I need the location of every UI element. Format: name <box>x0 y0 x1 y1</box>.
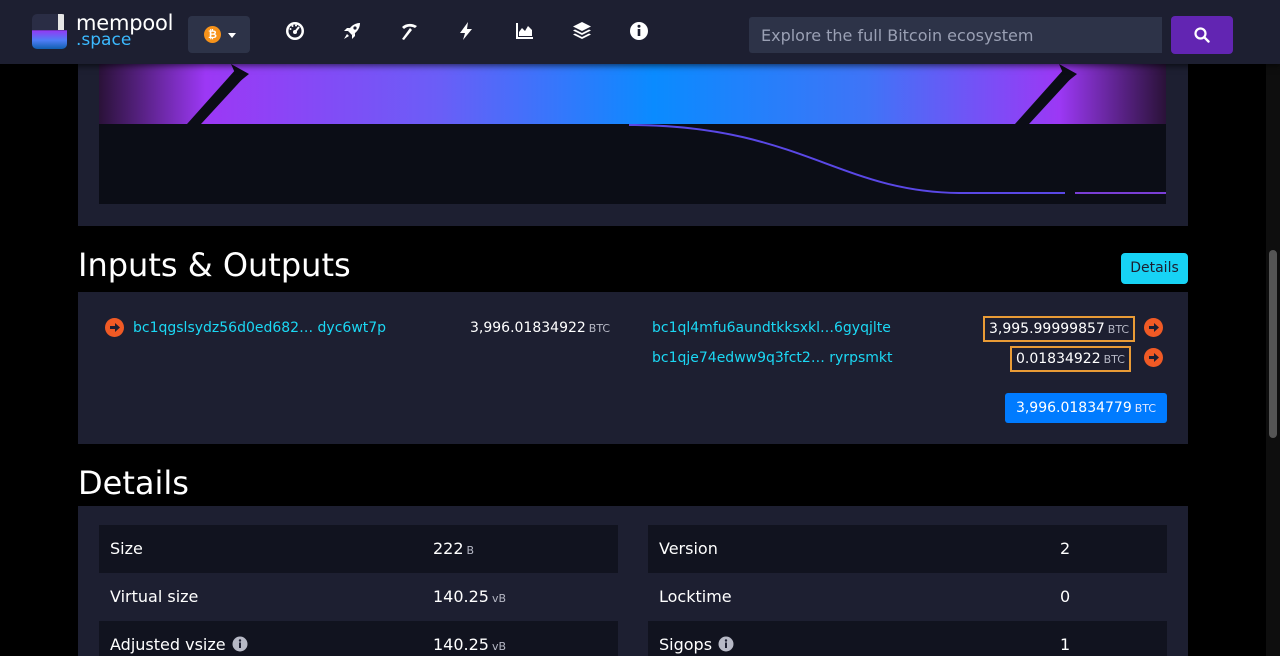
detail-row-adjusted-vsize: Adjusted vsize 140.25 vB <box>99 621 618 656</box>
detail-value: 140.25 vB <box>433 587 507 606</box>
detail-value: 222 B <box>433 539 475 558</box>
bitcoin-icon: ₿ <box>204 26 221 43</box>
network-selector-button[interactable]: ₿ <box>188 16 250 53</box>
mining-pick-icon[interactable] <box>398 20 420 42</box>
detail-row-size: Size 222 B <box>99 525 618 573</box>
info-icon[interactable] <box>232 636 248 652</box>
detail-row-locktime: Locktime 0 <box>648 573 1167 621</box>
output-amount-highlighted: 3,995.99999857 BTC <box>983 316 1136 342</box>
input-arrow-icon[interactable] <box>105 318 124 337</box>
lightning-icon[interactable] <box>455 20 477 42</box>
detail-label: Virtual size <box>110 587 199 606</box>
inputs-outputs-heading: Inputs & Outputs <box>78 246 351 284</box>
layers-icon[interactable] <box>571 20 593 42</box>
chevron-down-icon <box>228 33 236 38</box>
detail-label: Locktime <box>659 587 732 606</box>
detail-label: Version <box>659 539 718 558</box>
dashboard-icon[interactable] <box>284 20 306 42</box>
page-scrollbar[interactable] <box>1266 64 1280 656</box>
search-icon <box>1194 27 1210 43</box>
details-heading: Details <box>78 464 189 502</box>
detail-row-sigops: Sigops 1 <box>648 621 1167 656</box>
search-input[interactable] <box>749 17 1162 53</box>
transaction-flow-panel <box>78 56 1188 226</box>
detail-value: 140.25 vB <box>433 635 507 654</box>
info-icon[interactable] <box>628 20 650 42</box>
output-address-link[interactable]: bc1qje74edww9q3fct2… ryrpsmkt <box>652 350 892 366</box>
detail-row-version: Version 2 <box>648 525 1167 573</box>
detail-label: Adjusted vsize <box>110 635 248 654</box>
input-address-link[interactable]: bc1qgslsydz56d0ed682… dyc6wt7p <box>133 320 386 336</box>
mempool-logo[interactable]: mempool .space <box>32 11 182 50</box>
graphs-icon[interactable] <box>513 20 535 42</box>
detail-label: Sigops <box>659 635 734 654</box>
output-address-link[interactable]: bc1ql4mfu6aundtkksxkl…6gyqjlte <box>652 320 891 336</box>
logo-subtext: .space <box>76 30 132 50</box>
rocket-icon[interactable] <box>341 20 363 42</box>
mempool-logo-icon <box>32 14 67 49</box>
transaction-flow-diagram[interactable] <box>99 56 1166 204</box>
scrollbar-thumb[interactable] <box>1269 250 1277 438</box>
detail-value: 2 <box>1060 539 1071 558</box>
output-arrow-icon[interactable] <box>1144 318 1163 337</box>
output-amount-highlighted: 0.01834922 BTC <box>1010 346 1131 372</box>
info-icon[interactable] <box>718 636 734 652</box>
total-amount-button[interactable]: 3,996.01834779 BTC <box>1005 393 1167 423</box>
search-button[interactable] <box>1171 16 1233 54</box>
detail-label: Size <box>110 539 143 558</box>
details-toggle-button[interactable]: Details <box>1121 253 1188 284</box>
detail-value: 1 <box>1060 635 1071 654</box>
navbar: mempool .space ₿ <box>0 0 1280 64</box>
input-amount: 3,996.01834922 BTC <box>470 320 611 336</box>
output-arrow-icon[interactable] <box>1144 348 1163 367</box>
detail-value: 0 <box>1060 587 1071 606</box>
detail-row-virtual-size: Virtual size 140.25 vB <box>99 573 618 621</box>
